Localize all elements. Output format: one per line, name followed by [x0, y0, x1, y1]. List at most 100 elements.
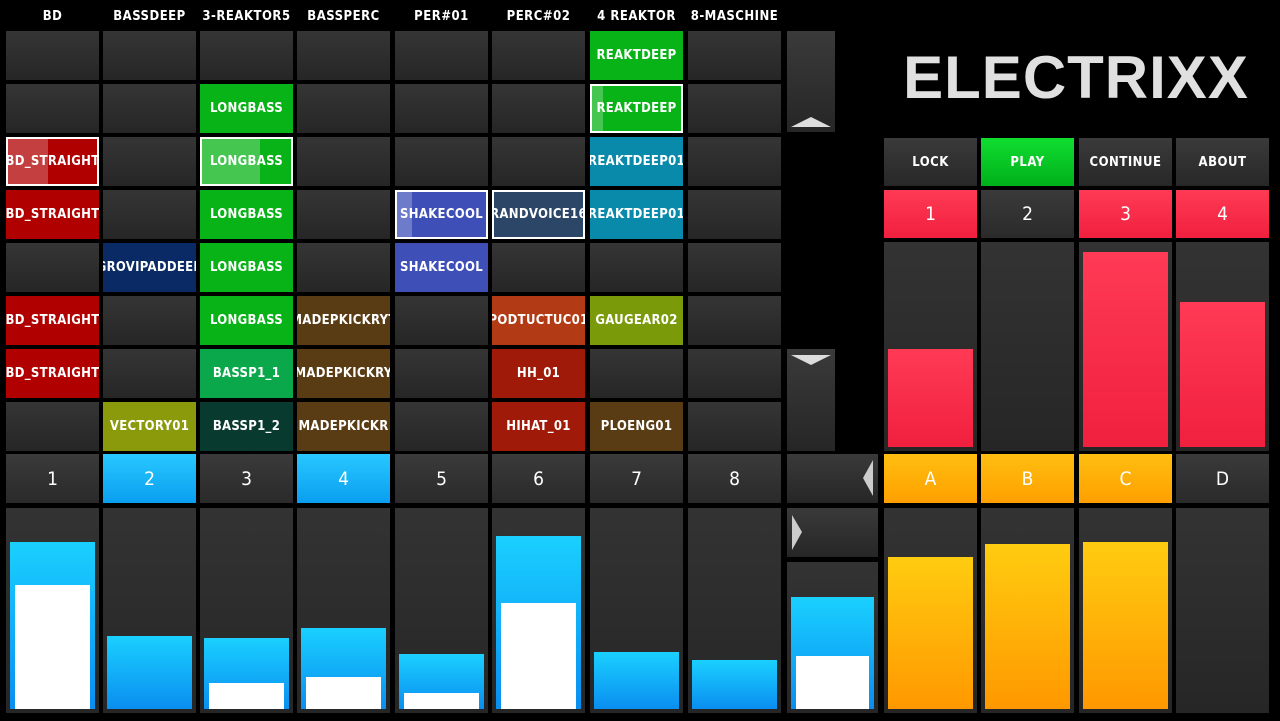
scene-level-meter[interactable] — [1079, 242, 1172, 451]
track-volume-fader[interactable] — [590, 508, 683, 713]
clip-slot[interactable] — [688, 402, 781, 451]
clip-slot[interactable] — [395, 31, 488, 80]
scene-button[interactable]: 4 — [1176, 190, 1269, 238]
clip-slot[interactable] — [200, 31, 293, 80]
clip-slot[interactable] — [103, 296, 196, 345]
clip-slot[interactable] — [395, 84, 488, 133]
clip-slot[interactable] — [6, 84, 99, 133]
clip-slot[interactable] — [103, 84, 196, 133]
clip-slot[interactable] — [395, 296, 488, 345]
track-select-button[interactable]: 7 — [590, 454, 683, 503]
clip-slot[interactable] — [688, 296, 781, 345]
clip-button[interactable]: SHAKECOOL — [395, 243, 488, 292]
clip-button[interactable]: MADEPKICKR — [297, 402, 390, 451]
clip-slot[interactable] — [103, 190, 196, 239]
clip-button[interactable]: GAUGEAR02 — [590, 296, 683, 345]
clip-slot[interactable] — [688, 31, 781, 80]
clip-slot[interactable] — [688, 349, 781, 398]
clip-button[interactable]: PLOENG01 — [590, 402, 683, 451]
about-button[interactable]: ABOUT — [1176, 138, 1269, 186]
clip-slot[interactable] — [688, 137, 781, 186]
group-volume-fader[interactable] — [1079, 508, 1172, 713]
track-select-button[interactable]: 4 — [297, 454, 390, 503]
clip-button[interactable]: MADEPKICKRYT — [297, 296, 390, 345]
clip-button[interactable]: VECTORY01 — [103, 402, 196, 451]
track-volume-fader[interactable] — [103, 508, 196, 713]
clip-slot[interactable] — [297, 137, 390, 186]
clip-button[interactable]: HIHAT_01 — [492, 402, 585, 451]
scene-level-meter[interactable] — [884, 242, 977, 451]
clip-slot[interactable] — [688, 84, 781, 133]
clip-slot[interactable] — [688, 190, 781, 239]
clip-button[interactable]: RANDVOICE16 — [492, 190, 585, 239]
group-volume-fader[interactable] — [1176, 508, 1269, 713]
clip-button[interactable]: BD_STRAIGHT — [6, 296, 99, 345]
clip-button[interactable]: LONGBASS — [200, 243, 293, 292]
clip-button[interactable]: REAKTDEEP — [590, 84, 683, 133]
clip-button[interactable]: LONGBASS — [200, 84, 293, 133]
clip-slot[interactable] — [492, 243, 585, 292]
group-button[interactable]: B — [981, 454, 1074, 503]
clip-button[interactable]: REAKTDEEP01 — [590, 190, 683, 239]
clip-slot[interactable] — [297, 243, 390, 292]
group-button[interactable]: C — [1079, 454, 1172, 503]
clip-slot[interactable] — [297, 84, 390, 133]
clip-button[interactable]: BD_STRAIGHT — [6, 349, 99, 398]
track-volume-fader[interactable] — [6, 508, 99, 713]
clip-slot[interactable] — [590, 349, 683, 398]
clip-slot[interactable] — [297, 31, 390, 80]
nav-left-button[interactable] — [787, 454, 878, 503]
clip-slot[interactable] — [6, 243, 99, 292]
scene-button[interactable]: 2 — [981, 190, 1074, 238]
track-select-button[interactable]: 6 — [492, 454, 585, 503]
scroll-down-button[interactable] — [787, 349, 835, 451]
master-volume-fader[interactable] — [787, 562, 878, 713]
track-select-button[interactable]: 5 — [395, 454, 488, 503]
track-select-button[interactable]: 2 — [103, 454, 196, 503]
clip-slot[interactable] — [395, 349, 488, 398]
clip-slot[interactable] — [103, 137, 196, 186]
clip-button[interactable]: BD_STRAIGHT — [6, 137, 99, 186]
play-button[interactable]: PLAY — [981, 138, 1074, 186]
scene-button[interactable]: 1 — [884, 190, 977, 238]
clip-slot[interactable] — [492, 84, 585, 133]
clip-button[interactable]: BASSP1_1 — [200, 349, 293, 398]
track-volume-fader[interactable] — [492, 508, 585, 713]
group-button[interactable]: D — [1176, 454, 1269, 503]
track-select-button[interactable]: 1 — [6, 454, 99, 503]
track-volume-fader[interactable] — [395, 508, 488, 713]
clip-button[interactable]: LONGBASS — [200, 190, 293, 239]
group-volume-fader[interactable] — [981, 508, 1074, 713]
clip-slot[interactable] — [103, 31, 196, 80]
clip-slot[interactable] — [492, 31, 585, 80]
clip-slot[interactable] — [492, 137, 585, 186]
scene-button[interactable]: 3 — [1079, 190, 1172, 238]
clip-button[interactable]: REAKTDEEP01 — [590, 137, 683, 186]
track-volume-fader[interactable] — [200, 508, 293, 713]
clip-button[interactable]: HH_01 — [492, 349, 585, 398]
clip-slot[interactable] — [688, 243, 781, 292]
group-volume-fader[interactable] — [884, 508, 977, 713]
track-select-button[interactable]: 3 — [200, 454, 293, 503]
group-button[interactable]: A — [884, 454, 977, 503]
clip-slot[interactable] — [395, 402, 488, 451]
clip-slot[interactable] — [6, 31, 99, 80]
clip-button[interactable]: MADEPKICKRY — [297, 349, 390, 398]
clip-button[interactable]: BD_STRAIGHT — [6, 190, 99, 239]
scroll-up-button[interactable] — [787, 31, 835, 132]
clip-slot[interactable] — [395, 137, 488, 186]
clip-button[interactable]: BASSP1_2 — [200, 402, 293, 451]
clip-button[interactable]: SHAKECOOL — [395, 190, 488, 239]
clip-slot[interactable] — [297, 190, 390, 239]
nav-right-button[interactable] — [787, 508, 878, 557]
scene-level-meter[interactable] — [1176, 242, 1269, 451]
clip-slot[interactable] — [590, 243, 683, 292]
scene-level-meter[interactable] — [981, 242, 1074, 451]
clip-slot[interactable] — [6, 402, 99, 451]
clip-button[interactable]: GROVIPADDEEP — [103, 243, 196, 292]
lock-button[interactable]: LOCK — [884, 138, 977, 186]
clip-button[interactable]: LONGBASS — [200, 296, 293, 345]
clip-slot[interactable] — [103, 349, 196, 398]
track-volume-fader[interactable] — [297, 508, 390, 713]
clip-button[interactable]: LONGBASS — [200, 137, 293, 186]
